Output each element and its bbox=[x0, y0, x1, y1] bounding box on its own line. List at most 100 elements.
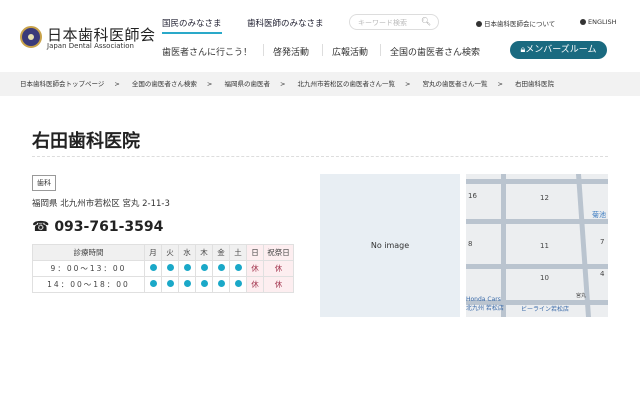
breadcrumb-sep: > bbox=[114, 80, 120, 88]
map-label: 菊池 bbox=[592, 211, 606, 219]
open-dot-icon bbox=[200, 280, 208, 287]
schedule-open-cell bbox=[144, 260, 162, 277]
schedule-header-cell: 診療時間 bbox=[32, 244, 145, 261]
divider bbox=[380, 44, 381, 56]
open-dot-icon bbox=[183, 264, 191, 271]
phone-text: 093-761-3594 bbox=[54, 219, 164, 235]
schedule-header-cell: 祝祭日 bbox=[263, 244, 294, 261]
schedule-open-cell bbox=[212, 260, 230, 277]
nav-dentist-search[interactable]: 全国の歯医者さん検索 bbox=[390, 45, 480, 58]
nav-pr[interactable]: 広報活動 bbox=[332, 45, 368, 58]
map-label: Honda Cars bbox=[466, 296, 501, 303]
map-label: 7 bbox=[600, 238, 605, 246]
breadcrumb-sep: > bbox=[497, 80, 503, 88]
phone-number[interactable]: ☎︎ 093-761-3594 bbox=[32, 219, 163, 235]
english-label: ENGLISH bbox=[588, 18, 617, 26]
divider bbox=[263, 44, 264, 56]
breadcrumb-sep: > bbox=[279, 80, 286, 88]
schedule-open-cell bbox=[229, 276, 247, 293]
map-label: 12 bbox=[540, 194, 549, 202]
breadcrumb: 日本歯科医師会トップページ > 全国の歯医者さん検索 > 福岡県の歯医者 > 北九州市… bbox=[0, 72, 640, 96]
schedule-row: 14：00～18：00 休休 bbox=[32, 276, 294, 293]
open-dot-icon bbox=[166, 280, 174, 287]
schedule-open-cell bbox=[178, 260, 196, 277]
schedule-open-cell bbox=[229, 260, 247, 277]
open-dot-icon bbox=[183, 280, 191, 287]
schedule-time: 9：00～13：00 bbox=[32, 260, 145, 277]
nav-go-dentist[interactable]: 歯医者さんに行こう！ bbox=[162, 45, 252, 58]
map-label: 10 bbox=[540, 274, 549, 282]
schedule-header-cell: 土 bbox=[229, 244, 247, 261]
english-link[interactable]: ENGLISH bbox=[580, 18, 617, 26]
page-title: 右田歯科医院 bbox=[32, 131, 140, 152]
map-label: 11 bbox=[540, 242, 549, 250]
map-road bbox=[466, 219, 608, 224]
schedule-open-cell bbox=[195, 260, 213, 277]
schedule-closed-cell: 休 bbox=[263, 260, 294, 277]
breadcrumb-current: 右田歯科医院 bbox=[515, 80, 555, 88]
map-label: 8 bbox=[468, 240, 473, 248]
address: 福岡県 北九州市若松区 宮丸 2-11-3 bbox=[32, 199, 170, 209]
nav-dentists[interactable]: 歯科医師のみなさま bbox=[247, 17, 324, 29]
breadcrumb-item[interactable]: 宮丸の歯医者さん一覧 bbox=[423, 80, 488, 88]
schedule-open-cell bbox=[161, 276, 179, 293]
open-dot-icon bbox=[234, 264, 242, 271]
schedule-open-cell bbox=[195, 276, 213, 293]
schedule-closed-cell: 休 bbox=[246, 260, 264, 277]
members-room-label: メンバーズルーム bbox=[525, 45, 597, 55]
breadcrumb-item[interactable]: 全国の歯医者さん検索 bbox=[132, 80, 197, 88]
breadcrumb-item[interactable]: 日本歯科医師会トップページ bbox=[20, 80, 104, 88]
schedule-header-cell: 木 bbox=[195, 244, 213, 261]
logo-emblem[interactable] bbox=[20, 26, 42, 48]
breadcrumb-item[interactable]: 北九州市若松区の歯医者さん一覧 bbox=[297, 80, 395, 88]
nav-awareness[interactable]: 啓発活動 bbox=[273, 45, 309, 58]
divider bbox=[322, 44, 323, 56]
open-dot-icon bbox=[200, 264, 208, 271]
open-dot-icon bbox=[166, 264, 174, 271]
open-dot-icon bbox=[217, 264, 225, 271]
schedule-open-cell bbox=[212, 276, 230, 293]
open-dot-icon bbox=[149, 264, 157, 271]
schedule-header-cell: 金 bbox=[212, 244, 230, 261]
schedule-open-cell bbox=[178, 276, 196, 293]
map-label: 4 bbox=[600, 270, 605, 278]
about-link[interactable]: 日本歯科医師会について bbox=[476, 18, 555, 28]
breadcrumb-sep: > bbox=[206, 80, 213, 88]
breadcrumb-sep: > bbox=[404, 80, 411, 88]
open-dot-icon bbox=[234, 280, 242, 287]
nav-citizens[interactable]: 国民のみなさま bbox=[162, 17, 222, 34]
no-image-placeholder: No image bbox=[320, 174, 460, 317]
schedule-header-cell: 日 bbox=[246, 244, 264, 261]
members-room-button[interactable]: 🔒︎メンバーズルーム bbox=[510, 41, 607, 59]
schedule-row: 9：00～13：00 休休 bbox=[32, 260, 294, 277]
map-label: 宮丸 bbox=[576, 293, 587, 299]
map-road bbox=[466, 179, 608, 184]
search-icon[interactable]: 🔍︎ bbox=[421, 17, 431, 26]
circle-icon bbox=[580, 19, 586, 25]
schedule-header-cell: 月 bbox=[144, 244, 162, 261]
logo-subtext: Japan Dental Association bbox=[47, 42, 134, 50]
search-input[interactable]: キーワード検索 🔍︎ bbox=[349, 14, 439, 30]
map-label: ビーライン若松店 bbox=[521, 306, 570, 313]
map-label: 16 bbox=[468, 192, 477, 200]
phone-icon: ☎︎ bbox=[32, 219, 55, 235]
circle-icon bbox=[476, 21, 482, 27]
schedule-time: 14：00～18：00 bbox=[32, 276, 145, 293]
breadcrumb-item[interactable]: 福岡県の歯医者 bbox=[224, 80, 270, 88]
divider bbox=[32, 156, 608, 157]
schedule-open-cell bbox=[144, 276, 162, 293]
schedule-open-cell bbox=[161, 260, 179, 277]
category-badge: 歯科 bbox=[32, 175, 56, 191]
schedule-table: 診療時間月火水木金土日祝祭日 9：00～13：00 休休 14：00～18：00 休休 bbox=[32, 244, 294, 293]
search-placeholder: キーワード検索 bbox=[358, 19, 407, 27]
schedule-closed-cell: 休 bbox=[263, 276, 294, 293]
schedule-header-cell: 水 bbox=[178, 244, 196, 261]
map-label: 北九州 若松店 bbox=[466, 305, 504, 312]
schedule-closed-cell: 休 bbox=[246, 276, 264, 293]
open-dot-icon bbox=[149, 280, 157, 287]
open-dot-icon bbox=[217, 280, 225, 287]
map[interactable]: 16 12 8 11 7 10 4 菊池 Honda Cars 北九州 若松店 … bbox=[466, 174, 608, 317]
schedule-header-cell: 火 bbox=[161, 244, 179, 261]
about-label: 日本歯科医師会について bbox=[484, 20, 556, 28]
map-road bbox=[501, 174, 506, 317]
